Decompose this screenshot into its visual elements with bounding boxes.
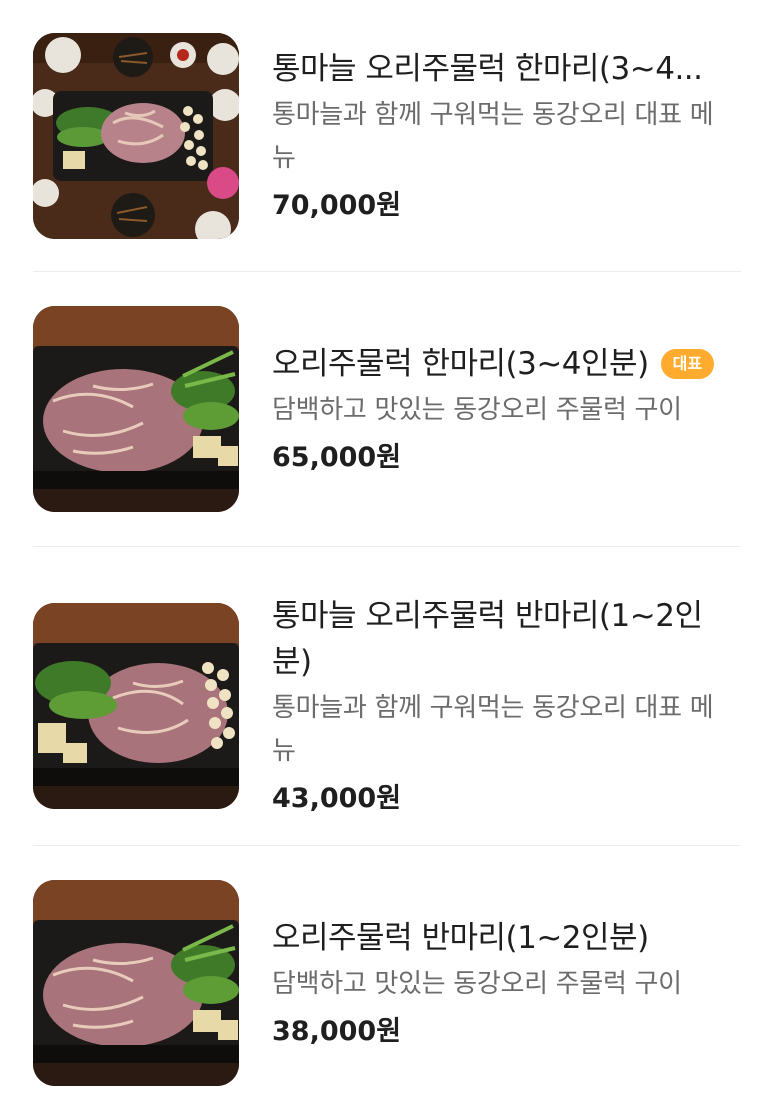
menu-item[interactable]: 오리주물럭 반마리(1~2인분) 담백하고 맛있는 동강오리 주물럭 구이 38… <box>33 880 741 1086</box>
menu-list: 통마늘 오리주물럭 한마리(3~4... 통마늘과 함께 구워먹는 동강오리 대… <box>0 0 773 1116</box>
menu-item-description: 통마늘과 함께 구워먹는 동강오리 대표 메뉴 <box>272 100 714 173</box>
menu-item[interactable]: 통마늘 오리주물럭 반마리(1~2인분) 통마늘과 함께 구워먹는 동강오리 대… <box>33 593 741 819</box>
menu-item-description: 통마늘과 함께 구워먹는 동강오리 대표 메뉴 <box>272 693 714 766</box>
menu-item-info: 통마늘 오리주물럭 반마리(1~2인분) 통마늘과 함께 구워먹는 동강오리 대… <box>272 593 732 819</box>
menu-item-title: 통마늘 오리주물럭 반마리(1~2인분) <box>272 598 703 680</box>
menu-item-title-row: 통마늘 오리주물럭 반마리(1~2인분) <box>272 593 732 685</box>
menu-item-photo[interactable] <box>33 880 239 1086</box>
menu-item-price: 38,000원 <box>272 1015 402 1047</box>
menu-item[interactable]: 통마늘 오리주물럭 한마리(3~4... 통마늘과 함께 구워먹는 동강오리 대… <box>33 33 741 239</box>
menu-item-title-row: 통마늘 오리주물럭 한마리(3~4... <box>272 46 732 92</box>
menu-item-info: 오리주물럭 반마리(1~2인분) 담백하고 맛있는 동강오리 주물럭 구이 38… <box>272 915 732 1052</box>
divider <box>33 546 741 547</box>
menu-item-price: 65,000원 <box>272 441 402 473</box>
menu-item-price: 43,000원 <box>272 783 402 814</box>
divider <box>33 271 741 272</box>
divider <box>33 845 741 846</box>
menu-item-title-row: 오리주물럭 한마리(3~4인분) 대표 <box>272 341 732 387</box>
menu-item-info: 오리주물럭 한마리(3~4인분) 대표 담백하고 맛있는 동강오리 주물럭 구이… <box>272 341 732 478</box>
menu-item-photo[interactable] <box>33 603 239 809</box>
menu-item-photo[interactable] <box>33 306 239 512</box>
menu-item-title: 통마늘 오리주물럭 한마리(3~4... <box>272 51 703 87</box>
menu-item-description: 담백하고 맛있는 동강오리 주물럭 구이 <box>272 968 682 999</box>
menu-item-title-row: 오리주물럭 반마리(1~2인분) <box>272 915 732 961</box>
menu-item-title: 오리주물럭 한마리(3~4인분) <box>272 345 649 382</box>
menu-item-price: 70,000원 <box>272 190 402 221</box>
menu-item-info: 통마늘 오리주물럭 한마리(3~4... 통마늘과 함께 구워먹는 동강오리 대… <box>272 46 732 226</box>
menu-item-photo[interactable] <box>33 33 239 239</box>
menu-item[interactable]: 오리주물럭 한마리(3~4인분) 대표 담백하고 맛있는 동강오리 주물럭 구이… <box>33 306 741 512</box>
menu-item-description: 담백하고 맛있는 동강오리 주물럭 구이 <box>272 394 682 425</box>
signature-badge: 대표 <box>660 348 715 379</box>
menu-item-title: 오리주물럭 반마리(1~2인분) <box>272 919 649 956</box>
